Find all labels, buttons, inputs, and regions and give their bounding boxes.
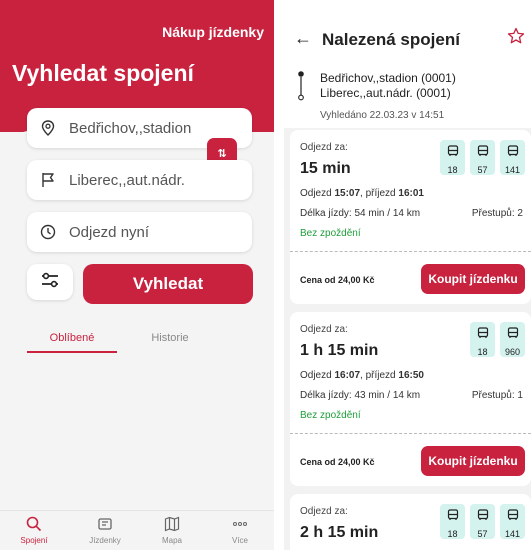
to-field[interactable]: Liberec,,aut.nádr. <box>27 160 252 200</box>
line-number: 18 <box>477 347 488 357</box>
results-header: ← Nalezená spojení Bedřichov,,stadion (0… <box>284 0 531 128</box>
nav-label: Spojení <box>20 536 48 545</box>
departure-in-label: Odjezd za: <box>300 142 348 153</box>
route-from: Bedřichov,,stadion (0001) <box>320 71 456 85</box>
swap-vertical-icon: ⇅ <box>217 147 227 160</box>
bus-icon <box>507 326 519 344</box>
back-arrow-icon[interactable]: ← <box>294 28 312 49</box>
bus-icon <box>447 508 459 526</box>
more-dots-icon <box>210 515 270 533</box>
line-number: 960 <box>504 347 521 357</box>
line-badge: 960 <box>500 322 525 357</box>
line-badge: 18 <box>470 322 495 357</box>
searched-timestamp: Vyhledáno 22.03.23 v 14:51 <box>320 110 445 121</box>
page-title: Vyhledat spojení <box>12 60 194 86</box>
departure-in-label: Odjezd za: <box>300 506 348 517</box>
buy-ticket-button[interactable]: Koupit jízdenku <box>421 446 525 476</box>
trip-duration: Délka jízdy: 54 min / 14 km <box>300 208 421 219</box>
bus-icon <box>507 508 519 526</box>
map-icon <box>142 515 202 533</box>
nav-item-connections[interactable]: Spojení <box>4 515 64 545</box>
price-label: Cena od 24,00 Kč <box>300 457 375 467</box>
tab-history[interactable]: Historie <box>125 332 215 344</box>
departure-arrival: Odjezd 16:07, příjezd 16:50 <box>300 370 424 381</box>
search-screen: Nákup jízdenky Vyhledat spojení Bedřicho… <box>0 0 274 550</box>
nav-item-more[interactable]: Více <box>210 515 270 545</box>
divider <box>290 433 531 434</box>
filter-button[interactable] <box>27 264 73 300</box>
clock-icon <box>39 223 57 241</box>
price-label: Cena od 24,00 Kč <box>300 275 375 285</box>
search-button[interactable]: Vyhledat <box>83 264 253 304</box>
nav-label: Mapa <box>161 536 182 545</box>
bus-icon <box>477 508 489 526</box>
to-value: Liberec,,aut.nádr. <box>69 171 185 189</box>
nav-label: Jízdenky <box>89 536 121 545</box>
line-number: 18 <box>447 165 458 175</box>
nav-item-map[interactable]: Mapa <box>142 515 202 545</box>
results-screen: ← Nalezená spojení Bedřichov,,stadion (0… <box>284 0 531 550</box>
connection-card[interactable]: Odjezd za: 2 h 15 min 18 57 141 <box>290 494 531 550</box>
tab-favorites[interactable]: Oblíbené <box>27 332 117 344</box>
from-value: Bedřichov,,stadion <box>69 119 192 137</box>
line-badge: 18 <box>440 504 465 539</box>
line-number: 141 <box>504 165 521 175</box>
trip-duration: Délka jízdy: 43 min / 14 km <box>300 390 421 401</box>
transfers-count: Přestupů: 2 <box>471 208 523 219</box>
bottom-navigation: Spojení Jízdenky Mapa Více <box>0 510 274 550</box>
time-field[interactable]: Odjezd nyní <box>27 212 252 252</box>
time-to-departure: 15 min <box>300 160 351 177</box>
departure-arrival: Odjezd 15:07, příjezd 16:01 <box>300 188 424 199</box>
bus-icon <box>507 144 519 162</box>
time-to-departure: 2 h 15 min <box>300 524 379 541</box>
connection-card[interactable]: Odjezd za: 1 h 15 min 18 960 Odjezd 16:0… <box>290 312 531 486</box>
active-tab-indicator <box>27 351 117 353</box>
buy-ticket-link[interactable]: Nákup jízdenky <box>162 24 264 40</box>
line-number: 18 <box>447 529 458 539</box>
bus-icon <box>477 326 489 344</box>
bus-icon <box>447 144 459 162</box>
route-line-icon <box>298 71 304 101</box>
line-badges: 18 57 141 <box>440 140 525 175</box>
line-badges: 18 57 141 <box>440 504 525 539</box>
time-value: Odjezd nyní <box>69 223 150 241</box>
nav-label: Více <box>231 536 248 545</box>
line-badge: 141 <box>500 140 525 175</box>
search-icon <box>4 515 64 533</box>
page-title: Nalezená spojení <box>322 30 460 49</box>
sliders-icon <box>41 272 59 293</box>
line-badge: 57 <box>470 140 495 175</box>
ticket-icon <box>75 515 135 533</box>
line-badge: 57 <box>470 504 495 539</box>
nav-item-tickets[interactable]: Jízdenky <box>75 515 135 545</box>
line-badges: 18 960 <box>470 322 525 357</box>
connection-card[interactable]: Odjezd za: 15 min 18 57 141 Odjezd 15:07… <box>290 130 531 304</box>
departure-in-label: Odjezd za: <box>300 324 348 335</box>
transfers-count: Přestupů: 1 <box>471 390 523 401</box>
time-to-departure: 1 h 15 min <box>300 342 379 359</box>
delay-status: Bez zpoždění <box>300 410 361 421</box>
line-badge: 141 <box>500 504 525 539</box>
flag-icon <box>39 171 57 189</box>
location-pin-icon <box>39 119 57 137</box>
route-to: Liberec,,aut.nádr. (0001) <box>320 86 451 100</box>
bus-icon <box>477 144 489 162</box>
star-icon[interactable] <box>507 27 525 50</box>
line-number: 57 <box>477 529 488 539</box>
line-number: 57 <box>477 165 488 175</box>
line-badge: 18 <box>440 140 465 175</box>
line-number: 141 <box>504 529 521 539</box>
buy-ticket-button[interactable]: Koupit jízdenku <box>421 264 525 294</box>
divider <box>290 251 531 252</box>
delay-status: Bez zpoždění <box>300 228 361 239</box>
